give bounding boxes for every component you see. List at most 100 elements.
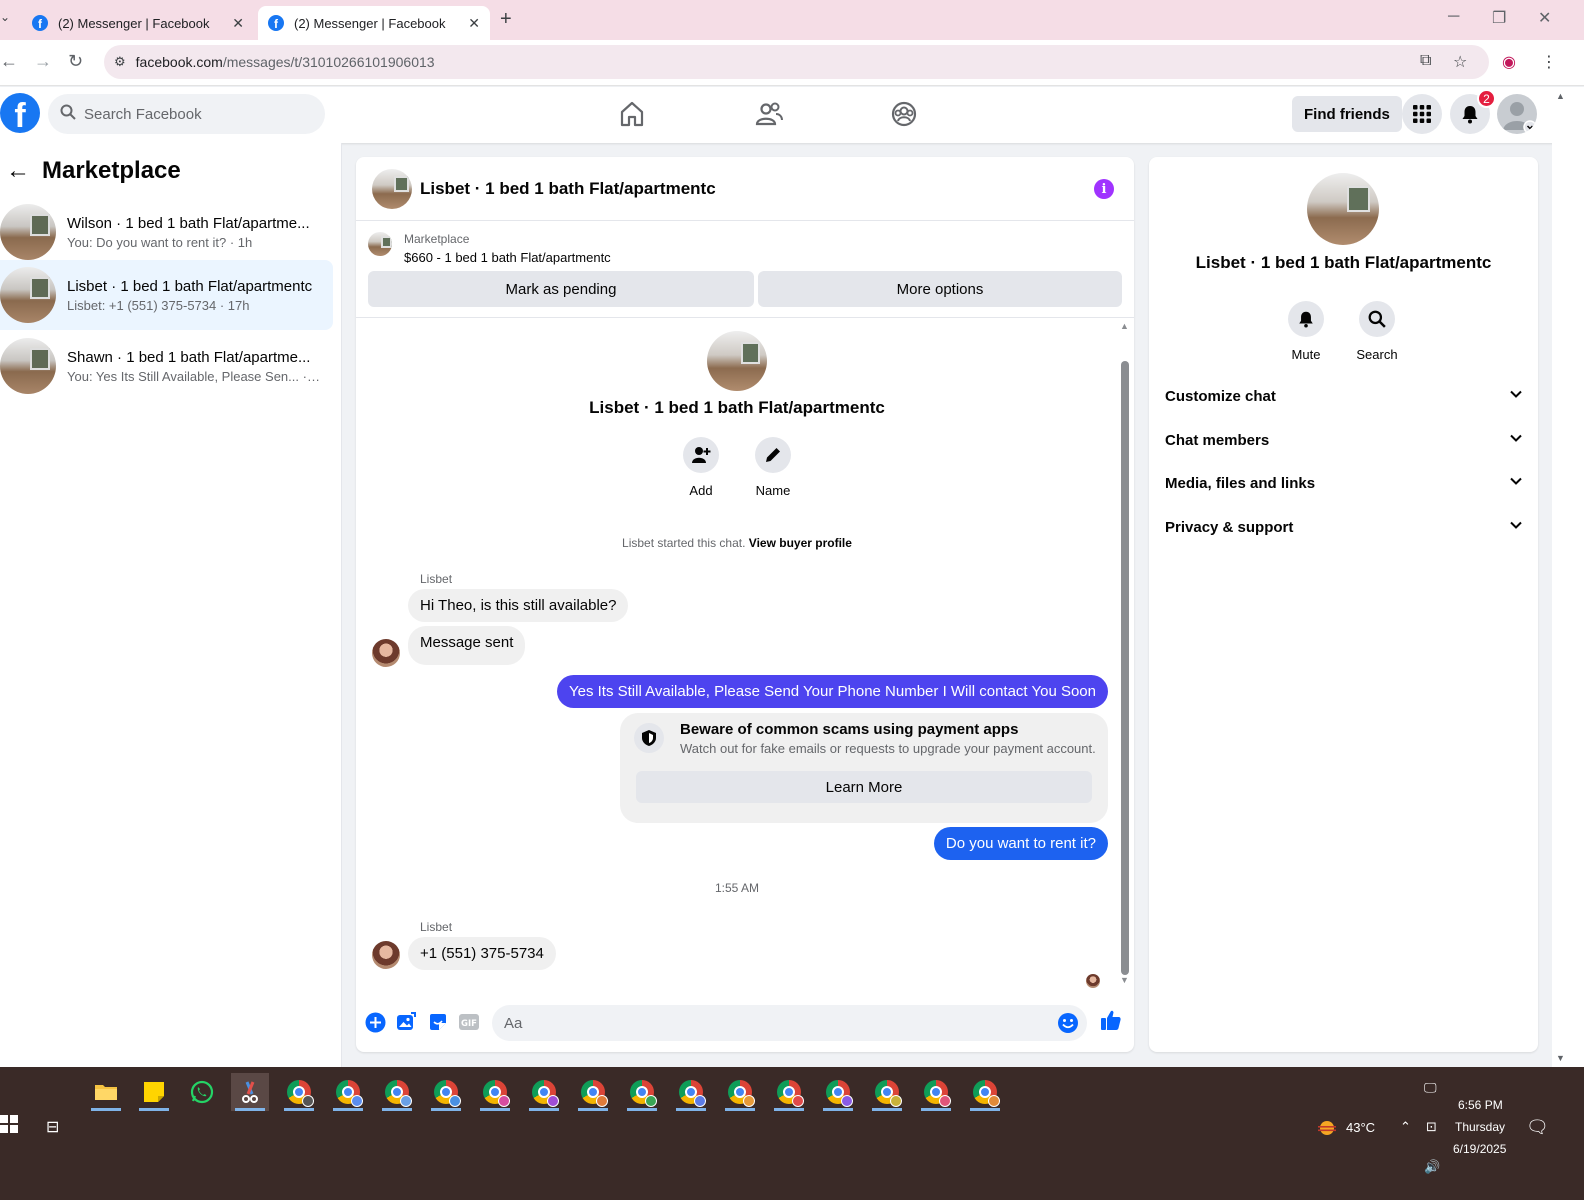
emoji-icon[interactable] [1057, 1012, 1079, 1039]
listing-thumbnail[interactable] [368, 232, 392, 256]
chrome-icon[interactable] [721, 1073, 759, 1111]
sticker-icon[interactable] [427, 1011, 449, 1033]
close-icon[interactable]: ✕ [468, 15, 480, 32]
facebook-search-box[interactable] [48, 94, 325, 134]
forward-arrow-icon[interactable]: → [34, 51, 52, 72]
show-hidden-icons-chevron-icon[interactable]: ⌃ [1400, 1119, 1411, 1135]
scroll-down-arrow-icon[interactable]: ▼ [1556, 1053, 1565, 1063]
name-chat-button[interactable]: Name [743, 437, 803, 498]
chrome-icon[interactable] [525, 1073, 563, 1111]
sender-avatar[interactable] [372, 941, 400, 969]
reload-icon[interactable]: ↻ [68, 51, 83, 72]
incoming-message[interactable]: Hi Theo, is this still available? [408, 589, 629, 622]
outgoing-message[interactable]: Do you want to rent it? [933, 827, 1108, 860]
incoming-message[interactable]: Message sent [408, 626, 526, 665]
incoming-message[interactable]: +1 (551) 375-5734 [408, 937, 556, 970]
window-close-icon[interactable]: ✕ [1538, 8, 1551, 28]
tab-search-chevron-icon[interactable]: ⌄ [0, 10, 10, 24]
chrome-icon[interactable] [819, 1073, 857, 1111]
network-icon[interactable]: ⊡ [1426, 1119, 1437, 1135]
chrome-icon[interactable] [378, 1073, 416, 1111]
facebook-logo-icon[interactable]: f [0, 93, 40, 133]
whatsapp-icon[interactable] [183, 1073, 221, 1111]
site-settings-icon[interactable]: ⚙ [114, 54, 126, 70]
conversation-item-wilson[interactable]: Wilson · 1 bed 1 bath Flat/apartme... Yo… [0, 197, 333, 267]
home-icon[interactable] [617, 99, 649, 131]
clock-time[interactable]: 6:56 PM [1458, 1098, 1503, 1112]
chrome-icon[interactable] [476, 1073, 514, 1111]
customize-chat-section[interactable]: Customize chat [1165, 376, 1523, 416]
clock-date[interactable]: 6/19/2025 [1453, 1142, 1506, 1156]
action-center-icon[interactable]: 🗨 [1526, 1117, 1549, 1138]
back-arrow-icon[interactable]: ← [0, 51, 18, 72]
menu-grid-icon[interactable] [1402, 94, 1442, 134]
chat-members-section[interactable]: Chat members [1165, 420, 1523, 460]
chrome-icon[interactable] [966, 1073, 1004, 1111]
thread-scrollbar[interactable]: ▲ ▼ [1118, 321, 1130, 985]
scroll-up-arrow-icon[interactable]: ▲ [1120, 321, 1129, 331]
media-files-links-section[interactable]: Media, files and links [1165, 463, 1523, 503]
mute-button[interactable]: Mute [1276, 301, 1336, 362]
conversation-item-shawn[interactable]: Shawn · 1 bed 1 bath Flat/apartme... You… [0, 331, 333, 401]
message-input-box[interactable] [492, 1005, 1087, 1041]
scroll-up-arrow-icon[interactable]: ▲ [1556, 91, 1565, 101]
chrome-icon[interactable] [770, 1073, 808, 1111]
scroll-down-arrow-icon[interactable]: ▼ [1120, 975, 1129, 985]
learn-more-button[interactable]: Learn More [636, 771, 1092, 803]
windows-start-icon[interactable] [0, 1115, 18, 1133]
new-tab-plus-icon[interactable]: + [500, 8, 512, 31]
find-friends-button[interactable]: Find friends [1292, 96, 1402, 132]
chat-title[interactable]: Lisbet · 1 bed 1 bath Flat/apartmentc [420, 179, 716, 199]
profile-icon[interactable]: ◉ [1502, 52, 1516, 72]
search-in-chat-button[interactable]: Search [1347, 301, 1407, 362]
gif-icon[interactable]: GIF [458, 1011, 480, 1033]
bookmark-star-icon[interactable]: ☆ [1453, 52, 1467, 72]
page-scrollbar[interactable]: ▲ ▼ [1552, 87, 1584, 1067]
chrome-icon[interactable] [329, 1073, 367, 1111]
mark-as-pending-button[interactable]: Mark as pending [368, 271, 754, 307]
chrome-icon[interactable] [868, 1073, 906, 1111]
photo-icon[interactable] [395, 1011, 417, 1033]
thumbs-up-icon[interactable] [1100, 1009, 1122, 1031]
network-display-icon[interactable]: 🖵 [1424, 1080, 1437, 1096]
snipping-tool-icon[interactable] [231, 1073, 269, 1111]
chrome-icon[interactable] [917, 1073, 955, 1111]
back-arrow-icon[interactable]: ← [6, 157, 30, 185]
browser-tab-1[interactable]: f (2) Messenger | Facebook ✕ [22, 6, 254, 40]
url-text[interactable]: facebook.com/messages/t/3101026610190601… [136, 54, 435, 70]
outgoing-message[interactable]: Yes Its Still Available, Please Send You… [556, 675, 1108, 708]
chrome-icon[interactable] [574, 1073, 612, 1111]
chrome-icon[interactable] [427, 1073, 465, 1111]
minimize-icon[interactable]: ─ [1448, 8, 1459, 26]
temperature-text[interactable]: 43°C [1346, 1120, 1375, 1135]
scrollbar-thumb[interactable] [1121, 361, 1129, 975]
sender-avatar[interactable] [372, 639, 400, 667]
chrome-icon[interactable] [280, 1073, 318, 1111]
search-input[interactable] [84, 105, 284, 123]
view-buyer-profile-link[interactable]: View buyer profile [749, 536, 852, 550]
volume-icon[interactable]: 🔊 [1424, 1159, 1440, 1175]
chrome-icon[interactable] [672, 1073, 710, 1111]
more-options-button[interactable]: More options [758, 271, 1122, 307]
listing-avatar[interactable] [372, 168, 412, 209]
file-explorer-icon[interactable] [87, 1073, 125, 1111]
sticky-notes-icon[interactable] [135, 1073, 173, 1111]
close-icon[interactable]: ✕ [232, 15, 244, 32]
chrome-icon[interactable] [623, 1073, 661, 1111]
weather-icon[interactable] [1316, 1119, 1338, 1140]
plus-circle-icon[interactable] [364, 1011, 386, 1033]
browser-menu-icon[interactable]: ⋮ [1541, 52, 1557, 72]
listing-title[interactable]: $660 - 1 bed 1 bath Flat/apartmentc [404, 250, 611, 265]
clock-day[interactable]: Thursday [1455, 1120, 1505, 1134]
account-avatar[interactable] [1497, 94, 1537, 134]
task-view-icon[interactable]: ⊟ [46, 1117, 59, 1137]
info-icon[interactable]: i [1094, 179, 1114, 199]
install-app-icon[interactable]: ⧉ [1420, 52, 1431, 70]
restore-icon[interactable]: ❐ [1492, 8, 1506, 28]
friends-icon[interactable] [754, 99, 786, 131]
conversation-item-lisbet[interactable]: Lisbet · 1 bed 1 bath Flat/apartmentc Li… [0, 260, 333, 330]
message-input[interactable] [504, 1014, 1044, 1032]
privacy-support-section[interactable]: Privacy & support [1165, 507, 1523, 547]
groups-icon[interactable] [889, 99, 921, 131]
address-bar[interactable]: ⚙ facebook.com/messages/t/31010266101906… [104, 45, 1489, 79]
